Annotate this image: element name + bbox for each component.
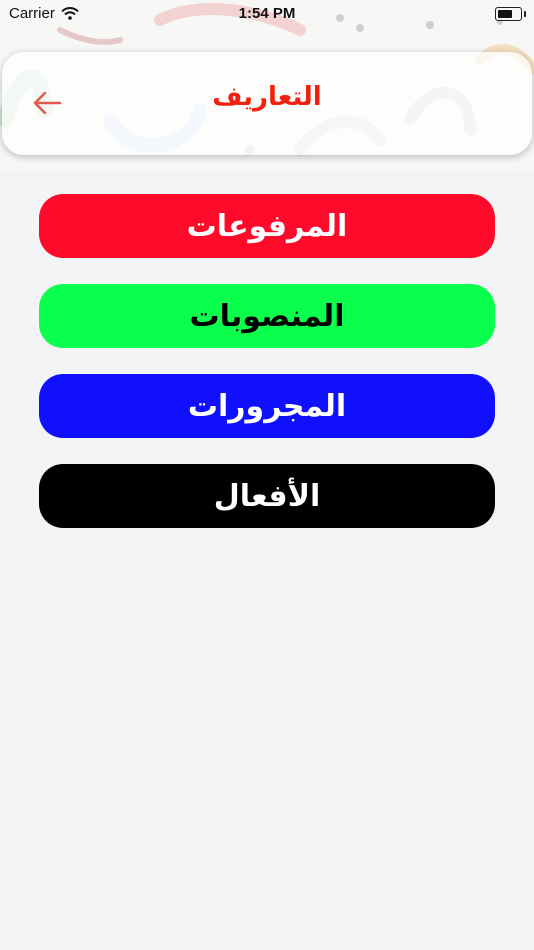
battery-terminal bbox=[524, 11, 526, 17]
category-menu: المرفوعات المنصوبات المجرورات الأفعال bbox=[39, 194, 495, 554]
battery-level bbox=[498, 10, 512, 18]
mansubat-label: المنصوبات bbox=[189, 298, 345, 334]
mansubat-button[interactable]: المنصوبات bbox=[39, 284, 495, 348]
afaal-label: الأفعال bbox=[213, 478, 321, 514]
afaal-button[interactable]: الأفعال bbox=[39, 464, 495, 528]
header-card: التعاريف bbox=[2, 52, 532, 155]
page-title: التعاريف bbox=[212, 82, 322, 112]
marfuat-button[interactable]: المرفوعات bbox=[39, 194, 495, 258]
majrurat-button[interactable]: المجرورات bbox=[39, 374, 495, 438]
status-bar: Carrier 1:54 PM bbox=[0, 0, 534, 30]
majrurat-label: المجرورات bbox=[187, 388, 347, 424]
marfuat-label: المرفوعات bbox=[186, 208, 348, 244]
clock: 1:54 PM bbox=[238, 5, 296, 22]
battery-icon bbox=[495, 7, 526, 21]
